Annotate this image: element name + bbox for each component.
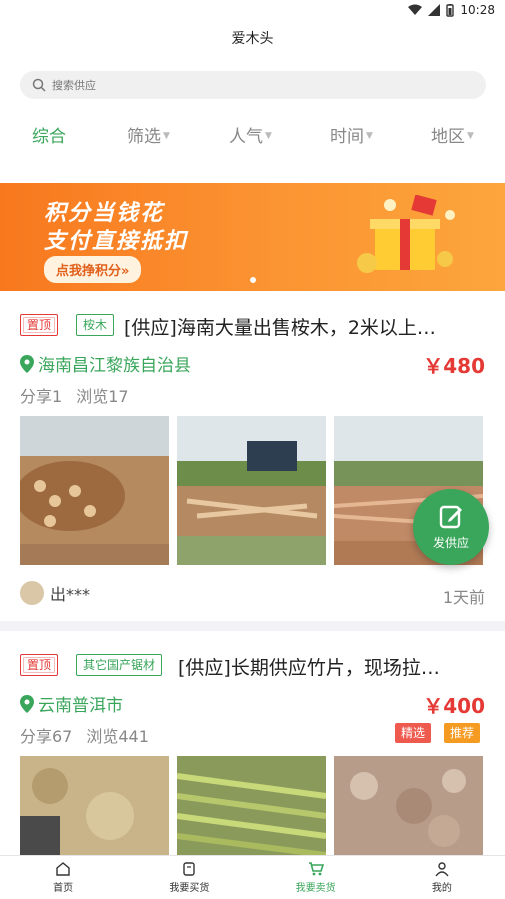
location-text: 海南昌江黎族自治县 [38,356,191,376]
tab-comprehensive[interactable]: 综合 [32,122,66,147]
listing-stats: 分享67 浏览441 [20,723,149,747]
cart-icon [308,862,324,876]
avatar[interactable] [20,581,44,605]
listing-photo[interactable] [20,756,169,855]
view-count: 浏览441 [86,727,149,746]
tab-label: 筛选 [127,127,161,147]
listing-title: [供应]海南大量出售桉木，2米以上… [124,317,436,339]
battery-icon [446,3,455,17]
location: 云南普洱市 [20,691,123,716]
tab-time[interactable]: 时间 ▼ [330,122,373,147]
status-time: 10:28 [460,3,495,17]
nav-home[interactable]: 首页 [0,856,126,899]
seller-name: 出*** [50,585,91,604]
nav-buy[interactable]: 我要买货 [126,856,252,899]
listing-card[interactable]: 置顶 桉木 [供应]海南大量出售桉木，2米以上… 海南昌江黎族自治县 ￥480 … [0,301,505,621]
banner-subline: 支付直接抵扣 [44,229,189,254]
seller-info[interactable]: 出*** [20,581,90,605]
pinned-badge: 置顶 [20,314,59,336]
wifi-icon [408,4,423,15]
status-icons: 10:28 [408,3,495,17]
tab-popularity[interactable]: 人气 ▼ [229,122,272,147]
page-title: 爱木头 [231,31,274,47]
listing-photo[interactable] [177,416,326,565]
document-icon [183,862,196,876]
share-count: 分享1 [20,387,63,406]
bottom-nav: 首页 我要买货 我要卖货 我的 [0,855,505,899]
category-tag: 其它国产锯材 [76,654,163,676]
location-text: 云南普洱市 [38,696,123,716]
tab-label: 人气 [229,127,263,147]
location-pin-icon [20,694,34,713]
view-count: 浏览17 [76,387,129,406]
tab-label: 地区 [431,127,465,147]
listing-photo[interactable] [20,416,169,565]
location-pin-icon [20,354,34,373]
filter-tabs: 综合 筛选 ▼ 人气 ▼ 时间 ▼ 地区 ▼ [0,122,505,150]
signal-icon [428,4,441,16]
search-placeholder: 搜索供应 [52,79,96,92]
post-supply-label: 发供应 [432,535,469,550]
pinned-badge: 置顶 [20,654,59,676]
nav-sell[interactable]: 我要卖货 [253,856,379,899]
search-icon [32,78,46,92]
nav-label: 我的 [431,883,452,894]
divider [0,621,505,631]
nav-profile[interactable]: 我的 [379,856,505,899]
caret-down-icon: ▼ [366,131,373,141]
status-bar: 10:28 [0,0,505,22]
person-icon [435,862,449,877]
nav-label: 我要卖货 [295,883,336,894]
promo-banner[interactable]: 积分当钱花 支付直接抵扣 点我挣积分» [0,183,505,291]
edit-icon [439,505,462,528]
tab-filter[interactable]: 筛选 ▼ [127,122,170,147]
category-tag: 桉木 [76,314,115,336]
search-input[interactable]: 搜索供应 [20,71,486,99]
tab-label: 综合 [32,127,66,147]
listing-photo[interactable] [334,756,483,855]
post-supply-button[interactable]: 发供应 [413,489,489,565]
caret-down-icon: ▼ [163,131,170,141]
price: ￥480 [423,354,485,378]
caret-down-icon: ▼ [467,131,474,141]
nav-label: 首页 [53,883,74,894]
gift-box-illustration [357,195,455,273]
featured-badge: 精选 [395,723,432,743]
listing-card[interactable]: 置顶 其它国产锯材 [供应]长期供应竹片，现场拉… 云南普洱市 ￥400 分享6… [0,641,505,855]
price: ￥400 [423,694,485,718]
nav-label: 我要买货 [169,883,210,894]
listing-photo[interactable] [177,756,326,855]
listing-stats: 分享1 浏览17 [20,383,129,407]
caret-down-icon: ▼ [265,131,272,141]
share-count: 分享67 [20,727,73,746]
location: 海南昌江黎族自治县 [20,351,191,376]
earn-points-button[interactable]: 点我挣积分» [44,256,142,283]
tab-region[interactable]: 地区 ▼ [431,122,474,147]
post-time: 1天前 [442,588,485,607]
home-icon [56,862,70,876]
recommended-badge: 推荐 [444,723,481,743]
listing-title: [供应]长期供应竹片，现场拉… [178,657,440,679]
tab-label: 时间 [330,127,364,147]
carousel-dot-active[interactable] [250,277,256,283]
